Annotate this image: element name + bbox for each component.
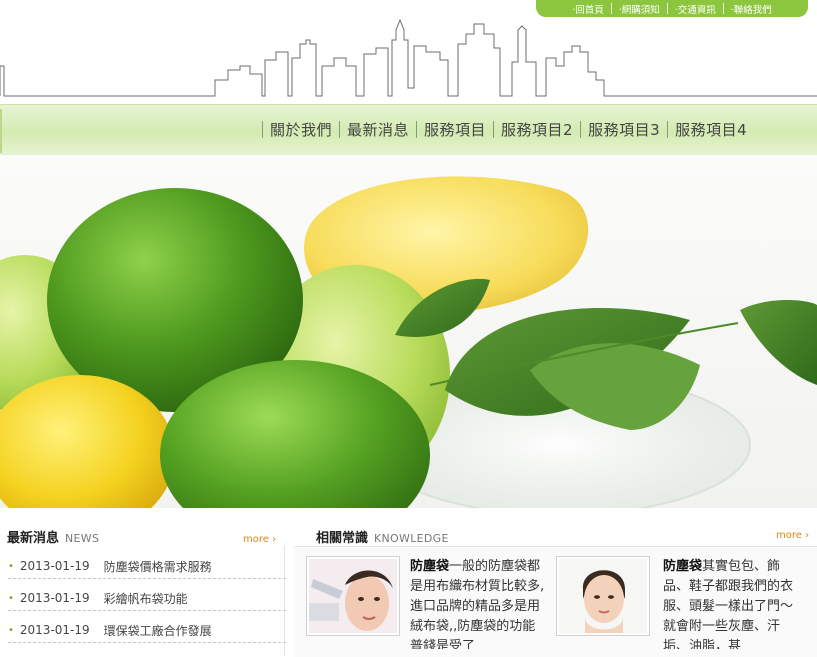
news-item[interactable]: • 2013-01-19 防塵袋價格需求服務 <box>8 554 286 579</box>
main-nav-services-3[interactable]: 服務項目3 <box>581 119 667 140</box>
knowledge-section-title: 相關常識 KNOWLEDGE <box>316 527 449 546</box>
article-excerpt: 防塵袋一般的防塵袋都是用布織布材質比較多,進口品牌的精品多是用絨布袋,,防塵袋的… <box>410 557 546 649</box>
news-title-link[interactable]: 防塵袋價格需求服務 <box>104 558 212 575</box>
article-excerpt: 防塵袋其實包包、飾品、鞋子都跟我們的衣服、頭髮一樣出了門～就會附一些灰塵、汗垢、… <box>663 557 797 649</box>
article-thumbnail-portrait[interactable] <box>556 556 650 636</box>
article-keyword[interactable]: 防塵袋 <box>663 559 702 574</box>
news-title-link[interactable]: 環保袋工廠合作發展 <box>104 622 212 639</box>
citrus-banner-image <box>0 176 817 508</box>
news-title-link[interactable]: 彩繪帆布袋功能 <box>104 590 188 607</box>
nav-bar-left-edge <box>0 109 2 153</box>
article-thumbnail-facial[interactable] <box>306 556 400 636</box>
main-nav-news[interactable]: 最新消息 <box>340 119 416 140</box>
hero-banner <box>0 155 817 508</box>
news-item[interactable]: • 2013-01-19 彩繪帆布袋功能 <box>8 586 286 611</box>
main-nav-bar: 關於我們 最新消息 服務項目 服務項目2 服務項目3 服務項目4 <box>0 104 817 156</box>
main-nav-services-4[interactable]: 服務項目4 <box>668 119 754 140</box>
news-date: 2013-01-19 <box>19 623 90 637</box>
main-nav-services[interactable]: 服務項目 <box>417 119 493 140</box>
woman-portrait-photo <box>559 559 647 633</box>
main-nav-about[interactable]: 關於我們 <box>263 119 339 140</box>
news-title-zh: 最新消息 <box>7 531 60 546</box>
news-title-en: NEWS <box>65 532 100 545</box>
top-nav-shopping-guide-link[interactable]: ‧網購須知 <box>612 2 667 16</box>
bullet-icon: • <box>8 624 14 636</box>
top-utility-nav: ‧回首頁 ‧網購須知 ‧交通資訊 ‧聯絡我們 <box>536 0 808 17</box>
news-item[interactable]: • 2013-01-19 環保袋工廠合作發展 <box>8 618 286 643</box>
news-section-title: 最新消息 NEWS <box>7 527 99 546</box>
main-nav: 關於我們 最新消息 服務項目 服務項目2 服務項目3 服務項目4 <box>262 119 754 140</box>
knowledge-panel: 防塵袋一般的防塵袋都是用布織布材質比較多,進口品牌的精品多是用絨布袋,,防塵袋的… <box>294 546 817 657</box>
news-list: • 2013-01-19 防塵袋價格需求服務 • 2013-01-19 彩繪帆布… <box>0 546 286 656</box>
top-nav-home-link[interactable]: ‧回首頁 <box>565 2 611 16</box>
bullet-icon: • <box>8 560 14 572</box>
top-nav-contact-link[interactable]: ‧聯絡我們 <box>724 2 779 16</box>
facial-treatment-photo <box>309 559 397 633</box>
article-keyword[interactable]: 防塵袋 <box>410 559 449 574</box>
news-date: 2013-01-19 <box>19 559 90 573</box>
news-more-link[interactable]: more › <box>243 534 276 545</box>
knowledge-title-en: KNOWLEDGE <box>374 532 449 545</box>
bullet-icon: • <box>8 592 14 604</box>
main-nav-services-2[interactable]: 服務項目2 <box>494 119 580 140</box>
news-date: 2013-01-19 <box>19 591 90 605</box>
knowledge-more-link[interactable]: more › <box>776 530 809 541</box>
top-nav-traffic-info-link[interactable]: ‧交通資訊 <box>668 2 723 16</box>
knowledge-title-zh: 相關常識 <box>316 531 369 546</box>
